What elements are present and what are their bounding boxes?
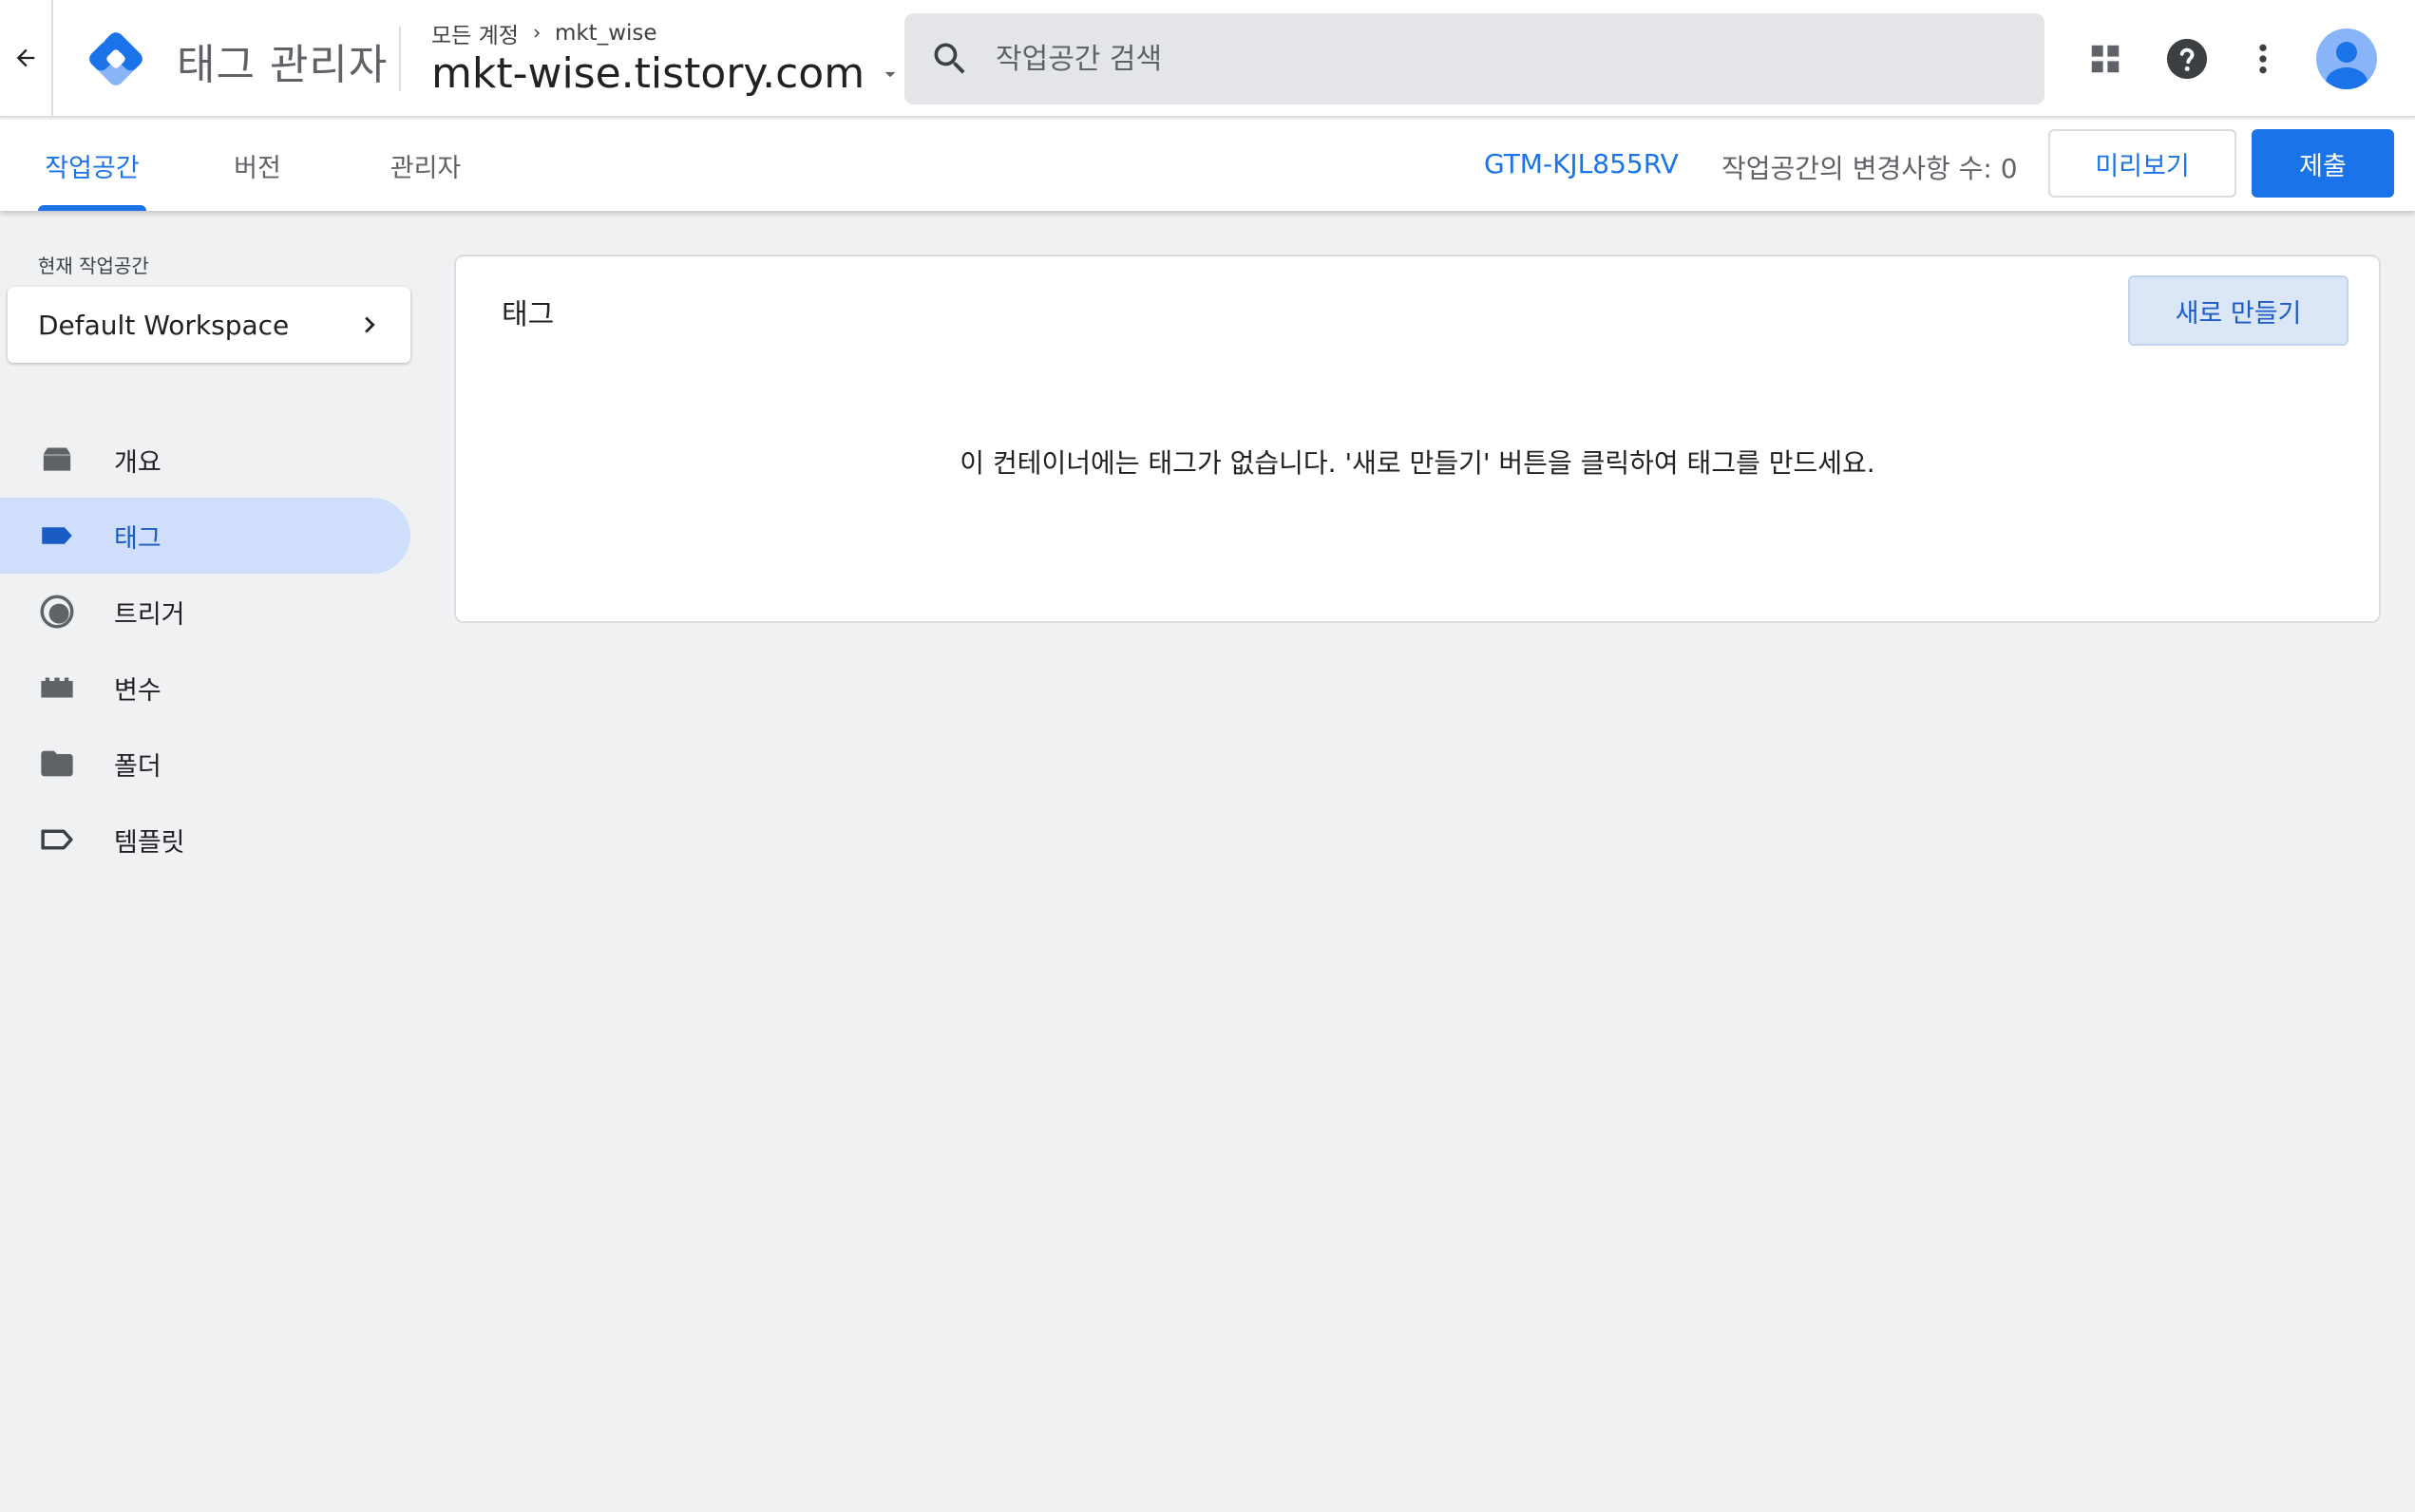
sidebar-item-label: 템플릿 bbox=[114, 827, 185, 858]
tab-workspace[interactable]: 작업공간 bbox=[19, 120, 165, 211]
container-id-link[interactable]: GTM-KJL855RV bbox=[1484, 148, 1679, 180]
tags-card: 태그 새로 만들기 이 컨테이너에는 태그가 없습니다. '새로 만들기' 버튼… bbox=[454, 255, 2381, 623]
container-selector[interactable]: mkt-wise.tistory.com bbox=[431, 49, 903, 98]
empty-state-message: 이 컨테이너에는 태그가 없습니다. '새로 만들기' 버튼을 클릭하여 태그를… bbox=[960, 447, 1875, 479]
apps-grid-icon bbox=[2091, 45, 2120, 73]
sidebar-item-overview[interactable]: 개요 bbox=[0, 422, 410, 498]
workspace-name: Default Workspace bbox=[38, 309, 290, 341]
sidebar-item-folders[interactable]: 폴더 bbox=[0, 726, 410, 802]
dropdown-arrow-icon bbox=[884, 71, 896, 77]
trigger-icon bbox=[40, 595, 74, 629]
new-tag-button[interactable]: 새로 만들기 bbox=[2128, 275, 2348, 346]
back-button[interactable] bbox=[0, 0, 53, 117]
workspace-search[interactable] bbox=[904, 13, 2044, 104]
container-name: mkt-wise.tistory.com bbox=[431, 49, 865, 98]
sidebar-item-label: 폴더 bbox=[114, 751, 162, 782]
workspace-tab-bar: 작업공간 버전 관리자 GTM-KJL855RV 작업공간의 변경사항 수: 0… bbox=[0, 120, 2415, 211]
sidebar-item-label: 변수 bbox=[114, 675, 162, 706]
arrow-left-icon bbox=[16, 48, 35, 67]
overview-icon bbox=[43, 447, 71, 471]
help-button[interactable] bbox=[2157, 28, 2217, 89]
more-options-button[interactable] bbox=[2233, 28, 2293, 89]
top-app-bar: 태그 관리자 모든 계정 mkt_wise mkt-wise.tistory.c… bbox=[0, 0, 2415, 118]
folder-icon bbox=[41, 750, 73, 777]
sidebar-item-triggers[interactable]: 트리거 bbox=[0, 574, 410, 650]
sidebar-item-label: 개요 bbox=[114, 447, 162, 478]
chevron-right-icon bbox=[534, 28, 540, 38]
tab-versions[interactable]: 버전 bbox=[196, 120, 319, 211]
breadcrumb[interactable]: 모든 계정 mkt_wise bbox=[431, 17, 657, 49]
help-icon bbox=[2166, 38, 2208, 80]
app-title: 태그 관리자 bbox=[177, 41, 389, 89]
sidebar-item-variables[interactable]: 변수 bbox=[0, 650, 410, 726]
tag-manager-logo-icon bbox=[89, 32, 143, 85]
preview-button[interactable]: 미리보기 bbox=[2048, 129, 2236, 198]
chevron-right-icon bbox=[365, 316, 375, 333]
sidebar-item-label: 트리거 bbox=[114, 599, 185, 630]
tab-versions-label: 버전 bbox=[234, 153, 281, 183]
search-icon bbox=[934, 43, 965, 74]
current-workspace-label: 현재 작업공간 bbox=[38, 255, 149, 277]
submit-button[interactable]: 제출 bbox=[2252, 129, 2394, 198]
workspace-selector[interactable]: Default Workspace bbox=[8, 287, 410, 363]
active-tab-indicator bbox=[38, 205, 146, 211]
sidebar-item-label: 태그 bbox=[114, 523, 162, 554]
tab-admin[interactable]: 관리자 bbox=[357, 120, 494, 211]
more-vert-icon bbox=[2259, 44, 2267, 74]
sidebar-item-tags[interactable]: 태그 bbox=[0, 498, 410, 574]
tab-workspace-label: 작업공간 bbox=[45, 153, 140, 183]
account-button[interactable] bbox=[2314, 27, 2379, 91]
tab-admin-label: 관리자 bbox=[390, 153, 462, 183]
workspace-changes-count: 작업공간의 변경사항 수: 0 bbox=[1721, 153, 2018, 184]
title-divider bbox=[399, 27, 401, 91]
card-title: 태그 bbox=[502, 298, 555, 331]
avatar bbox=[2316, 28, 2377, 89]
template-icon bbox=[41, 829, 73, 850]
sidebar-item-templates[interactable]: 템플릿 bbox=[0, 802, 410, 878]
search-input[interactable] bbox=[996, 21, 2044, 97]
tag-icon bbox=[42, 527, 72, 544]
breadcrumb-root[interactable]: 모든 계정 bbox=[431, 17, 519, 49]
apps-button[interactable] bbox=[2075, 28, 2136, 89]
variable-icon bbox=[41, 677, 73, 698]
breadcrumb-account[interactable]: mkt_wise bbox=[555, 21, 657, 46]
